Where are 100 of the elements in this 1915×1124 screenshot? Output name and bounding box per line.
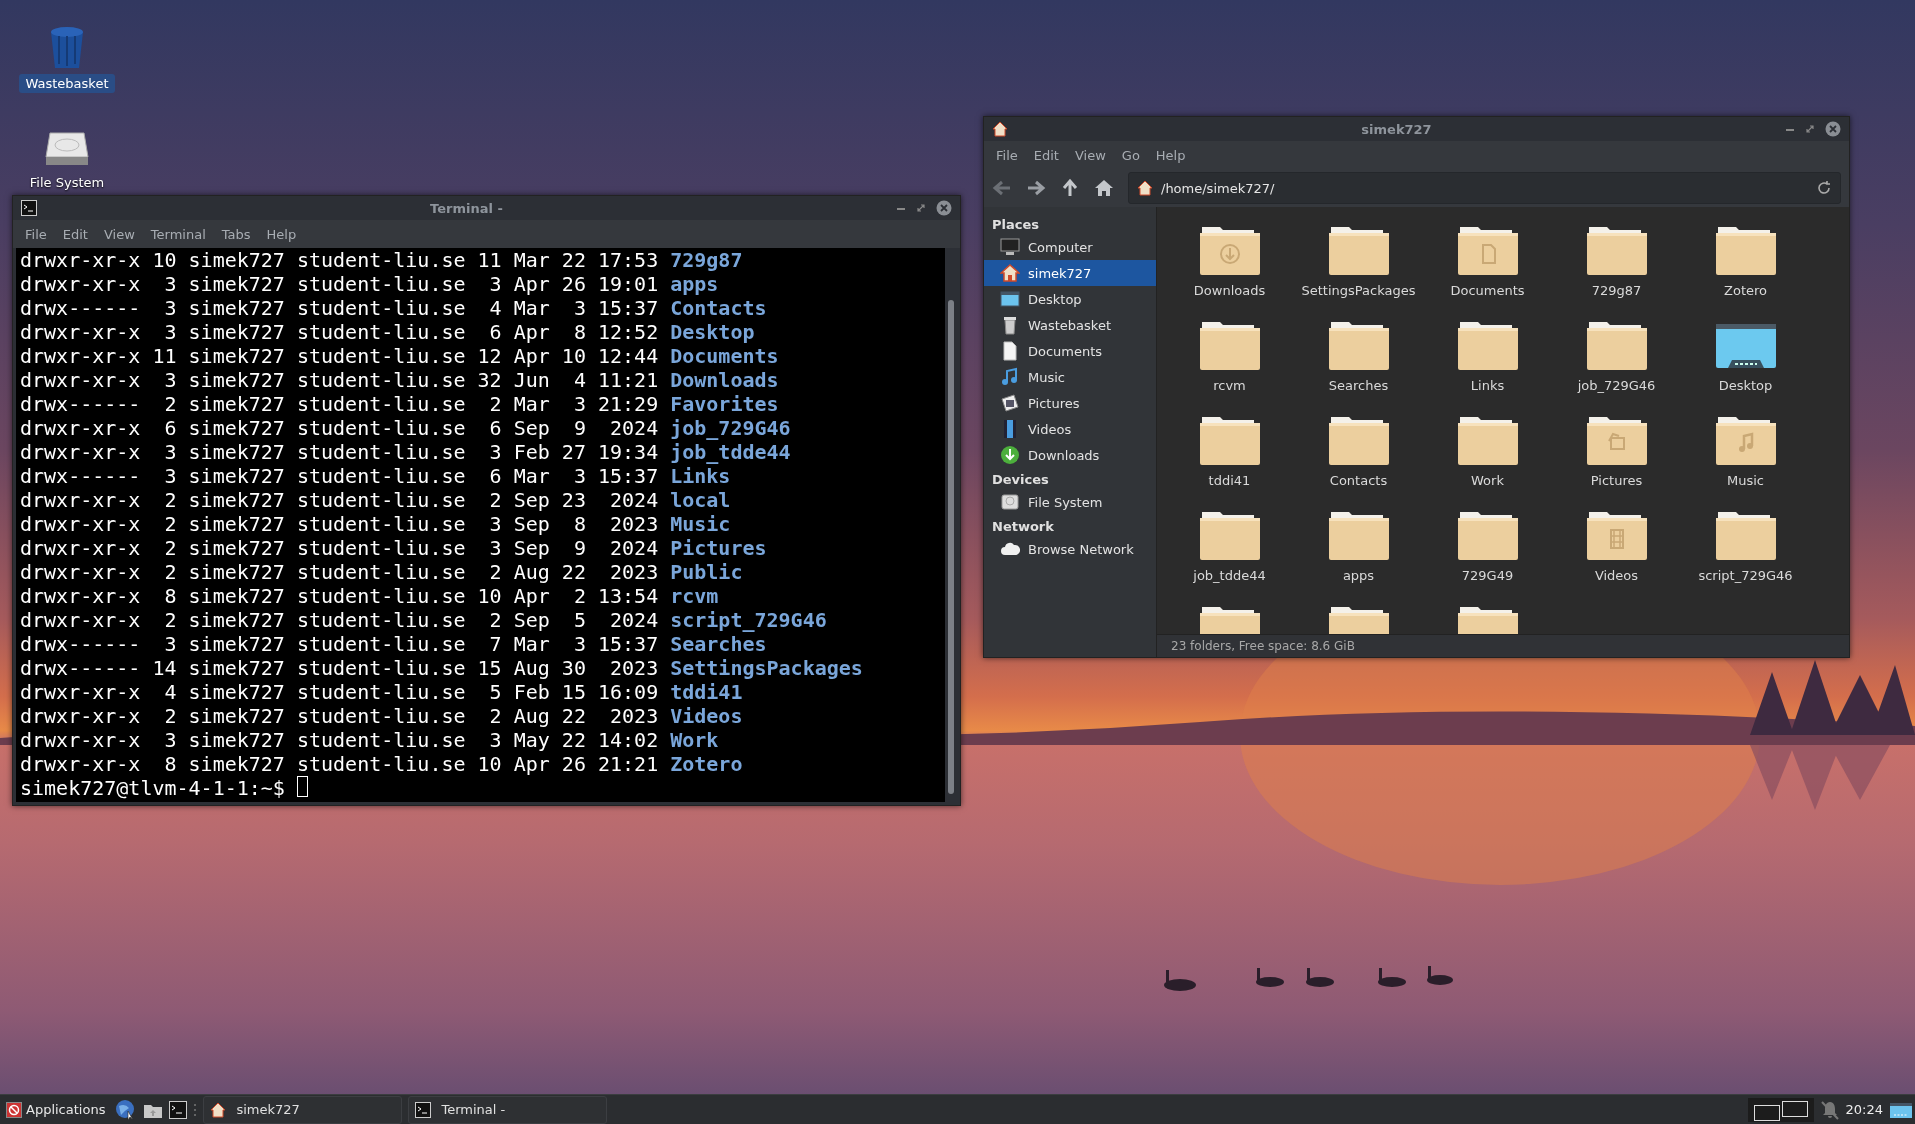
folder-label[interactable]: Videos (1594, 568, 1639, 583)
folder-label[interactable]: apps (1342, 568, 1375, 583)
taskbar-window-button[interactable]: simek727 (203, 1095, 403, 1124)
window-title: Terminal - (429, 200, 504, 216)
location-field[interactable]: /home/simek727/ (1128, 172, 1841, 204)
picture-frame-icon (1000, 393, 1020, 413)
listing-details: drwx------ 3 simek727 student-liu.se 6 Mar 3 15:37 (20, 464, 659, 488)
hard-drive-icon (1000, 492, 1020, 512)
listing-details: drwxr-xr-x 11 simek727 student-liu.se 12 Apr 10 12:44 (20, 344, 659, 368)
maximize-icon[interactable] (916, 203, 926, 213)
taskbar-window-button[interactable]: Terminal - (408, 1095, 608, 1124)
up-arrow-icon[interactable] (1060, 178, 1080, 198)
menu-item[interactable]: File (988, 143, 1026, 167)
menu-item[interactable]: Help (258, 222, 305, 246)
muted-bell-icon[interactable] (1819, 1099, 1840, 1120)
maximize-icon[interactable] (1805, 124, 1815, 134)
terminal-icon[interactable] (169, 1100, 188, 1119)
home-icon (210, 1101, 227, 1118)
music-note-icon (1000, 367, 1020, 387)
directory-name: Zotero (670, 752, 743, 776)
directory-name: script_729G46 (670, 608, 827, 632)
folder-label[interactable]: Links (1470, 378, 1505, 393)
sidebar-item[interactable]: Desktop (984, 286, 1156, 312)
desktop-icon-label[interactable]: File System (23, 173, 111, 192)
folder-label[interactable]: Work (1471, 473, 1504, 488)
menu-item[interactable]: View (1066, 143, 1114, 167)
sidebar-item[interactable]: Documents (984, 338, 1156, 364)
home-icon (1000, 263, 1020, 283)
listing-details: drwxr-xr-x 10 simek727 student-liu.se 11 Mar 22 17:53 (20, 248, 659, 272)
close-icon[interactable] (1825, 121, 1841, 137)
listing-details: drwxr-xr-x 2 simek727 student-liu.se 2 Aug 22 2023 (20, 704, 659, 728)
home-icon (992, 121, 1008, 137)
terminal-icon (21, 200, 37, 216)
folder-label[interactable]: SettingsPackages (1301, 283, 1416, 298)
directory-name: Downloads (670, 368, 779, 392)
sidebar-item[interactable]: Pictures (984, 390, 1156, 416)
reload-icon[interactable] (1816, 180, 1832, 196)
listing-details: drwx------ 3 simek727 student-liu.se 7 Mar 3 15:37 (20, 632, 659, 656)
directory-name: SettingsPackages (670, 656, 863, 680)
sidebar-item[interactable]: Videos (984, 416, 1156, 442)
menu-item[interactable]: Terminal (142, 222, 214, 246)
sidebar-item[interactable]: File System (984, 489, 1156, 515)
directory-name: job_tdde44 (670, 440, 791, 464)
listing-details: drwx------ 3 simek727 student-liu.se 4 Mar 3 15:37 (20, 296, 659, 320)
menu-item[interactable]: File (17, 222, 55, 246)
folder-label[interactable]: Documents (1450, 283, 1525, 298)
folder-label[interactable]: Searches (1328, 378, 1389, 393)
sidebar-heading: Devices (991, 471, 1050, 489)
folder-label[interactable]: Desktop (1718, 378, 1773, 393)
sidebar-item[interactable]: Music (984, 364, 1156, 390)
folder-label[interactable]: Downloads (1193, 283, 1266, 298)
window-title: simek727 (1360, 121, 1433, 137)
folder-label[interactable]: job_729G46 (1577, 378, 1656, 393)
menu-item[interactable]: Help (1147, 143, 1194, 167)
directory-name: local (670, 488, 731, 512)
scrollbar-thumb[interactable] (948, 300, 954, 794)
workspace-switcher[interactable] (1747, 1097, 1814, 1122)
status-bar: 23 folders, Free space: 8.6 GiB (1157, 634, 1849, 657)
directory-name: Music (670, 512, 731, 536)
sidebar-item[interactable]: Wastebasket (984, 312, 1156, 338)
folder-label[interactable]: tddi41 (1208, 473, 1251, 488)
applications-menu-button[interactable]: Applications (2, 1095, 110, 1124)
text-cursor (296, 776, 308, 797)
sidebar-item[interactable]: simek727 (984, 260, 1156, 286)
download-icon (1000, 445, 1020, 465)
computer-icon (1000, 237, 1020, 257)
sidebar-item[interactable]: Computer (984, 234, 1156, 260)
folder-label[interactable]: 729g87 (1591, 283, 1642, 298)
close-icon[interactable] (936, 200, 952, 216)
directory-name: Favorites (670, 392, 779, 416)
folder-label[interactable]: Music (1727, 473, 1764, 488)
directory-name: Contacts (670, 296, 767, 320)
directory-name: Links (670, 464, 731, 488)
home-icon[interactable] (1094, 178, 1114, 198)
clock[interactable]: 20:24 (1845, 1102, 1883, 1117)
back-arrow-icon[interactable] (992, 178, 1012, 198)
listing-details: drwxr-xr-x 2 simek727 student-liu.se 3 Sep 8 2023 (20, 512, 659, 536)
directory-name: Videos (670, 704, 743, 728)
folder-label[interactable]: Contacts (1329, 473, 1388, 488)
folder-label[interactable]: Pictures (1590, 473, 1643, 488)
folder-label[interactable]: 729G49 (1461, 568, 1514, 583)
menu-item[interactable]: Go (1113, 143, 1148, 167)
home-icon (1137, 180, 1153, 196)
directory-name: Desktop (670, 320, 755, 344)
directory-name: Public (670, 560, 743, 584)
folder-label[interactable]: job_tdde44 (1193, 568, 1266, 583)
sidebar-item[interactable]: Downloads (984, 442, 1156, 468)
sidebar-item[interactable]: Browse Network (984, 536, 1156, 562)
menu-item[interactable]: Edit (1025, 143, 1067, 167)
directory-name: Searches (670, 632, 767, 656)
desktop-icon-label[interactable]: Wastebasket (19, 74, 115, 93)
menu-item[interactable]: Tabs (213, 222, 259, 246)
folder-label[interactable]: script_729G46 (1698, 568, 1793, 583)
folder-label[interactable]: rcvm (1213, 378, 1246, 393)
menu-item[interactable]: View (95, 222, 143, 246)
folder-label[interactable]: Zotero (1724, 283, 1767, 298)
forward-arrow-icon[interactable] (1026, 178, 1046, 198)
directory-name: Pictures (670, 536, 767, 560)
listing-details: drwx------ 14 simek727 student-liu.se 15 Aug 30 2023 (20, 656, 659, 680)
menu-item[interactable]: Edit (54, 222, 96, 246)
